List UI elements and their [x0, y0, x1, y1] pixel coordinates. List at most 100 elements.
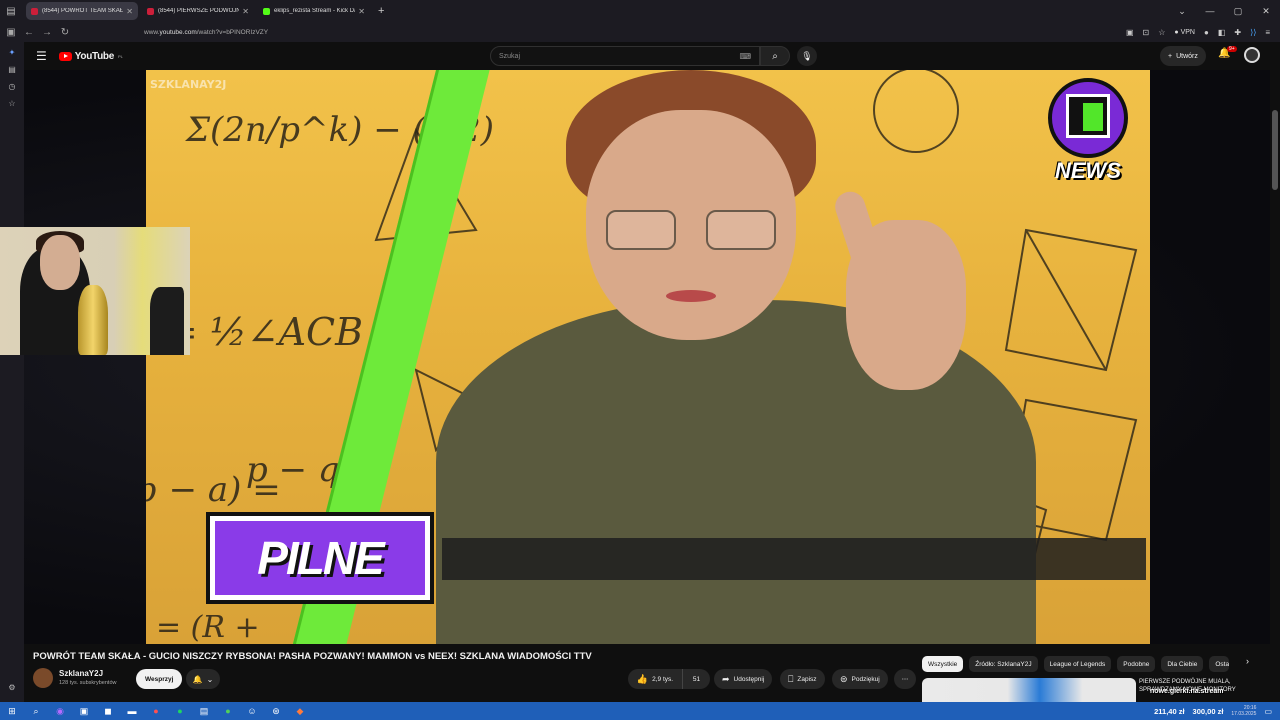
- menu-icon[interactable]: ≡: [1265, 28, 1270, 37]
- spotify-icon[interactable]: ●: [168, 706, 192, 716]
- tab-kick[interactable]: eklips_rezista Stream - Kick Dai ✕: [258, 2, 370, 20]
- youtube-page: ☰ YouTube PL Szukaj ⌨ ⌕ 🎙 + Utwórz 🔔 9+ Σ…: [0, 42, 1280, 702]
- like-button[interactable]: 👍 2,9 tys.: [628, 669, 682, 689]
- app-icon[interactable]: ▣: [72, 706, 96, 717]
- save-button[interactable]: ⎕ Zapisz: [780, 669, 825, 689]
- chip-source[interactable]: Źródło: SzklanaY2J: [969, 656, 1038, 672]
- history-icon[interactable]: ◷: [9, 82, 16, 91]
- extensions-icon[interactable]: ✚: [1234, 28, 1241, 37]
- obs-app-icon[interactable]: ◼: [96, 706, 120, 717]
- sidebar-toggle-icon[interactable]: ▣: [2, 27, 20, 38]
- chip-recent[interactable]: Ostat: [1209, 656, 1230, 672]
- tab-title: (8544) POWRÓT TEAM SKAŁA: [42, 8, 124, 14]
- back-arrow-icon[interactable]: ←: [20, 27, 38, 38]
- pilne-banner: PILNE: [206, 512, 434, 604]
- aria-icon[interactable]: ✦: [9, 48, 16, 57]
- channel-avatar[interactable]: [33, 668, 53, 688]
- chip-for-you[interactable]: Dla Ciebie: [1161, 656, 1204, 672]
- youtube-header: ☰ YouTube PL Szukaj ⌨ ⌕ 🎙 + Utwórz 🔔 9+: [24, 42, 1280, 70]
- browser-app-icon[interactable]: ◉: [48, 706, 72, 717]
- vpn-label: VPN: [1180, 28, 1195, 36]
- chevron-right-icon[interactable]: ›: [1246, 656, 1249, 666]
- start-icon[interactable]: ⊞: [0, 706, 24, 717]
- page-scrollbar[interactable]: [1270, 70, 1280, 702]
- screenshot-icon[interactable]: ▣: [1126, 28, 1134, 37]
- wallet-sidebar-icon[interactable]: ▤: [8, 65, 16, 74]
- channel-watermark: SZKLANAY2J: [150, 78, 227, 91]
- search-button[interactable]: ⌕: [760, 46, 790, 66]
- tab-pierwsze[interactable]: (8544) PIERWSZE PODWÓJNE M ✕: [142, 2, 254, 20]
- chip-lol[interactable]: League of Legends: [1043, 656, 1112, 672]
- support-button[interactable]: Wesprzyj: [136, 669, 183, 689]
- wallet-icon[interactable]: ◧: [1218, 28, 1226, 37]
- terminal-icon[interactable]: ▤: [192, 706, 216, 717]
- folder-icon[interactable]: ▬: [120, 706, 144, 716]
- steam-icon[interactable]: ⊛: [264, 706, 288, 717]
- vpn-button[interactable]: ● VPN: [1174, 29, 1195, 36]
- share-button[interactable]: ➦ Udostępnij: [714, 669, 773, 689]
- tab-title: eklips_rezista Stream - Kick Dai: [274, 8, 356, 14]
- chrome-icon[interactable]: ●: [144, 706, 168, 716]
- glasses-left: [606, 210, 676, 250]
- voice-search-button[interactable]: 🎙: [797, 46, 817, 66]
- forward-arrow-icon[interactable]: →: [38, 27, 56, 38]
- bookmarks-icon[interactable]: ☆: [8, 99, 15, 108]
- close-tab-icon[interactable]: ✕: [126, 7, 133, 16]
- discord-icon[interactable]: ☺: [240, 706, 264, 716]
- download-icon[interactable]: ⊡: [1143, 28, 1150, 37]
- tab-search-icon[interactable]: ⌄: [1168, 0, 1196, 22]
- reload-icon[interactable]: ↻: [56, 27, 74, 38]
- youtube-favicon-icon: [147, 7, 154, 15]
- dislike-count: 51: [692, 675, 701, 683]
- subscriber-count: 128 tys. subskrybentów: [59, 680, 117, 686]
- youtube-logo[interactable]: YouTube PL: [58, 51, 123, 62]
- browser-menu-icon[interactable]: ▤: [0, 0, 22, 22]
- search-icon[interactable]: ⌕: [24, 706, 48, 717]
- video-title: POWRÓT TEAM SKAŁA - GUCIO NISZCZY RYBSON…: [33, 651, 592, 662]
- bookmark-star-icon[interactable]: ☆: [1158, 28, 1165, 37]
- create-button[interactable]: + Utwórz: [1160, 46, 1206, 66]
- close-window-icon[interactable]: ✕: [1252, 0, 1280, 22]
- brave-icon[interactable]: ◆: [288, 706, 312, 717]
- profile-icon[interactable]: ●: [1204, 28, 1209, 37]
- video-player[interactable]: Σ(2n/p^k) − (n/2) = ½∠ACB p − q b − a) =…: [24, 70, 1270, 644]
- dislike-button[interactable]: 51: [682, 669, 710, 689]
- clock-date: 17.03.2025: [1231, 711, 1257, 717]
- tab-title: (8544) PIERWSZE PODWÓJNE M: [158, 8, 240, 14]
- save-label: Zapisz: [797, 675, 817, 683]
- recommended-video-thumbnail[interactable]: [922, 678, 1136, 702]
- settings-gear-icon[interactable]: ⚙: [8, 683, 15, 692]
- account-avatar[interactable]: [1244, 47, 1260, 63]
- new-tab-plus-icon[interactable]: +: [378, 5, 384, 17]
- chevron-down-icon: ⌄: [206, 674, 214, 684]
- stream-overlay-text: nowe.gierki.na.stream: [1150, 688, 1224, 695]
- notification-center-icon[interactable]: ▭: [1264, 707, 1272, 716]
- chip-similar[interactable]: Podobne: [1117, 656, 1156, 672]
- tab-powrot[interactable]: (8544) POWRÓT TEAM SKAŁA ✕: [26, 2, 138, 20]
- url-path: /watch?v=bPINORIzVZY: [196, 28, 269, 36]
- share-label: Udostępnij: [733, 675, 765, 683]
- close-tab-icon[interactable]: ✕: [358, 7, 365, 16]
- url-field[interactable]: www.youtube.com/watch?v=bPINORIzVZY: [144, 29, 268, 36]
- bell-icon: 🔔: [192, 674, 203, 684]
- search-input[interactable]: Szukaj ⌨: [490, 46, 760, 66]
- thanks-button[interactable]: ⊜ Podziękuj: [832, 669, 888, 689]
- subscription-bell-button[interactable]: 🔔 ⌄: [186, 669, 220, 689]
- maximize-icon[interactable]: ▢: [1224, 0, 1252, 22]
- gaming-chair: [150, 287, 184, 355]
- news-ticker-bar: [442, 538, 1146, 580]
- more-actions-button[interactable]: ⋯: [894, 669, 916, 689]
- minimize-icon[interactable]: —: [1196, 0, 1224, 22]
- chip-all[interactable]: Wszystkie: [922, 656, 964, 672]
- system-tray: 211,40 zł 300,00 zł 20:16 17.03.2025 ▭: [1154, 702, 1280, 720]
- xbox-icon[interactable]: ●: [216, 706, 240, 716]
- keyboard-icon[interactable]: ⌨: [739, 52, 751, 61]
- close-tab-icon[interactable]: ✕: [242, 7, 249, 16]
- share-arrow-icon: ➦: [722, 673, 730, 684]
- hamburger-menu-icon[interactable]: ☰: [36, 49, 47, 63]
- ai-icon[interactable]: ⟩⟩: [1250, 28, 1256, 37]
- bookmark-icon: ⎕: [788, 673, 794, 684]
- scrollbar-thumb[interactable]: [1272, 110, 1278, 190]
- tray-clock[interactable]: 20:16 17.03.2025: [1231, 705, 1256, 717]
- channel-name[interactable]: SzklanaY2J: [59, 669, 103, 678]
